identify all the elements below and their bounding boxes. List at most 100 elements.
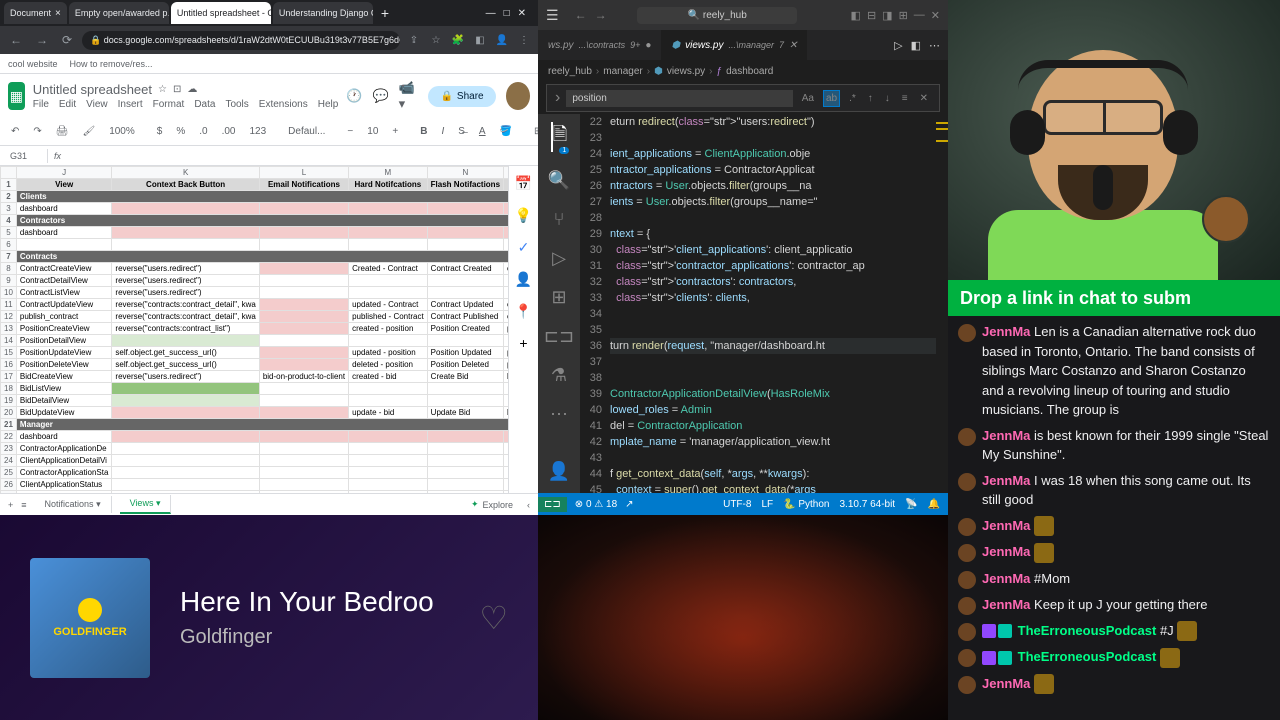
match-case-button[interactable]: Aa (799, 90, 817, 107)
layout-icon[interactable]: ⊟ (867, 9, 876, 22)
font-size-input[interactable]: 10 (364, 124, 381, 139)
sheet-tab-active[interactable]: Views ▾ (120, 495, 172, 514)
bookmark-item[interactable]: cool website (8, 59, 58, 69)
back-button[interactable]: ← (575, 8, 587, 22)
share-button[interactable]: 🔒Share (428, 86, 495, 107)
feedback-icon[interactable]: 📡 (905, 499, 917, 510)
sheets-logo-icon[interactable]: ▦ (8, 82, 25, 110)
currency-button[interactable]: $ (154, 124, 166, 139)
eol-button[interactable]: LF (761, 499, 773, 510)
layout-icon[interactable]: ◨ (882, 9, 892, 22)
interpreter-button[interactable]: 3.10.7 64-bit (839, 499, 895, 510)
paint-format-button[interactable]: 🖌 (79, 124, 98, 139)
maps-icon[interactable]: 📍 (515, 302, 533, 320)
split-editor-button[interactable]: ◧ (911, 39, 921, 52)
history-icon[interactable]: 🕐 (346, 88, 362, 104)
reload-button[interactable]: ⟳ (58, 31, 76, 49)
keep-icon[interactable]: 💡 (515, 206, 533, 224)
print-button[interactable]: 🖨 (53, 124, 72, 139)
minimap[interactable] (936, 114, 948, 493)
forward-button[interactable]: → (595, 8, 607, 22)
close-icon[interactable]: × (55, 8, 61, 19)
source-control-icon[interactable]: ⑂ (554, 209, 565, 230)
browser-tab[interactable]: Empty open/awarded p…× (69, 2, 169, 24)
command-center[interactable]: 🔍 reely_hub (637, 7, 797, 24)
spreadsheet-grid[interactable]: JKLMNO1ViewContext Back ButtonEmail Noti… (0, 166, 508, 493)
menu-item[interactable]: Extensions (259, 99, 308, 110)
minimize-button[interactable]: — (914, 9, 925, 22)
selection-button[interactable]: ≡ (899, 90, 911, 107)
minimize-button[interactable]: — (486, 8, 496, 19)
add-sheet-button[interactable]: + (8, 500, 13, 510)
menu-icon[interactable]: ☰ (546, 7, 559, 24)
expand-icon[interactable]: › (555, 89, 560, 107)
menu-item[interactable]: Tools (225, 99, 248, 110)
star-icon[interactable]: ☆ (428, 32, 444, 48)
testing-icon[interactable]: ⚗ (551, 365, 567, 386)
undo-button[interactable]: ↶ (8, 124, 22, 139)
strikethrough-button[interactable]: S̶ (455, 124, 468, 139)
fill-color-button[interactable]: 🪣 (497, 124, 515, 139)
prev-match-button[interactable]: ↑ (865, 90, 876, 107)
heart-icon[interactable]: ♡ (479, 599, 508, 637)
percent-button[interactable]: % (173, 124, 188, 139)
menu-item[interactable]: File (33, 99, 49, 110)
next-match-button[interactable]: ↓ (882, 90, 893, 107)
browser-tab[interactable]: Document× (4, 2, 67, 24)
close-button[interactable]: ✕ (518, 8, 526, 19)
extensions-icon[interactable]: 🧩 (450, 32, 466, 48)
star-icon[interactable]: ☆ (158, 84, 167, 95)
move-icon[interactable]: ⊡ (173, 84, 181, 95)
encoding-button[interactable]: UTF-8 (723, 499, 751, 510)
decimal-decrease-button[interactable]: .0 (196, 124, 210, 139)
bookmark-item[interactable]: How to remove/res... (70, 59, 153, 69)
remote-indicator[interactable]: ⊏⊐ (538, 497, 567, 512)
contacts-icon[interactable]: 👤 (515, 270, 533, 288)
redo-button[interactable]: ↷ (30, 124, 44, 139)
account-icon[interactable]: 👤 (548, 461, 570, 482)
layout-icon[interactable]: ⊞ (899, 9, 908, 22)
meet-icon[interactable]: 📹▾ (399, 80, 419, 112)
more-icon[interactable]: ⋯ (550, 404, 568, 425)
close-icon[interactable]: ✕ (789, 40, 797, 51)
tasks-icon[interactable]: ✓ (515, 238, 533, 256)
menu-item[interactable]: Data (194, 99, 215, 110)
live-share-icon[interactable]: ↗ (625, 499, 633, 510)
explore-button[interactable]: ✦Explore (471, 499, 513, 510)
bold-button[interactable]: B (417, 124, 430, 139)
menu-item[interactable]: View (86, 99, 108, 110)
all-sheets-button[interactable]: ≡ (21, 500, 26, 510)
decimal-increase-button[interactable]: .00 (219, 124, 239, 139)
menu-item[interactable]: Insert (118, 99, 143, 110)
share-icon[interactable]: ⇪ (406, 32, 422, 48)
document-title[interactable]: Untitled spreadsheet (33, 82, 152, 97)
more-formats-button[interactable]: 123 (246, 124, 269, 139)
font-select[interactable]: Defaul... (285, 124, 328, 139)
breadcrumbs[interactable]: reely_hub› manager› ⬢views.py› ƒdashboar… (538, 60, 948, 82)
problems-button[interactable]: ⊗ 0 ⚠ 18 (575, 499, 617, 510)
menu-item[interactable]: Format (153, 99, 185, 110)
extension-icon[interactable]: ◧ (472, 32, 488, 48)
extensions-icon[interactable]: ⊞ (551, 287, 566, 308)
close-find-button[interactable]: ✕ (917, 90, 931, 107)
explorer-icon[interactable]: 🗎1 (551, 122, 567, 152)
profile-icon[interactable]: 👤 (494, 32, 510, 48)
comment-icon[interactable]: 💬 (372, 88, 388, 104)
user-avatar[interactable] (506, 82, 530, 110)
add-icon[interactable]: + (515, 334, 533, 352)
cell-reference[interactable]: G31 (8, 149, 48, 163)
notifications-icon[interactable]: 🔔 (928, 499, 940, 510)
search-icon[interactable]: 🔍 (548, 170, 570, 191)
regex-button[interactable]: .* (846, 90, 859, 107)
calendar-icon[interactable]: 📅 (515, 174, 533, 192)
editor-tab[interactable]: ws.py ...\contracts 9+ ● (538, 30, 661, 60)
run-button[interactable]: ▷ (894, 39, 902, 52)
font-size-decrease[interactable]: − (344, 124, 356, 139)
url-input[interactable]: 🔒 docs.google.com/spreadsheets/d/1raW2dt… (82, 31, 400, 50)
back-button[interactable]: ← (6, 31, 26, 49)
text-color-button[interactable]: A (476, 124, 489, 139)
debug-icon[interactable]: ▷ (552, 248, 566, 269)
find-input[interactable] (566, 90, 792, 107)
layout-icon[interactable]: ◧ (851, 9, 861, 22)
expand-icon[interactable]: ‹ (527, 500, 530, 510)
